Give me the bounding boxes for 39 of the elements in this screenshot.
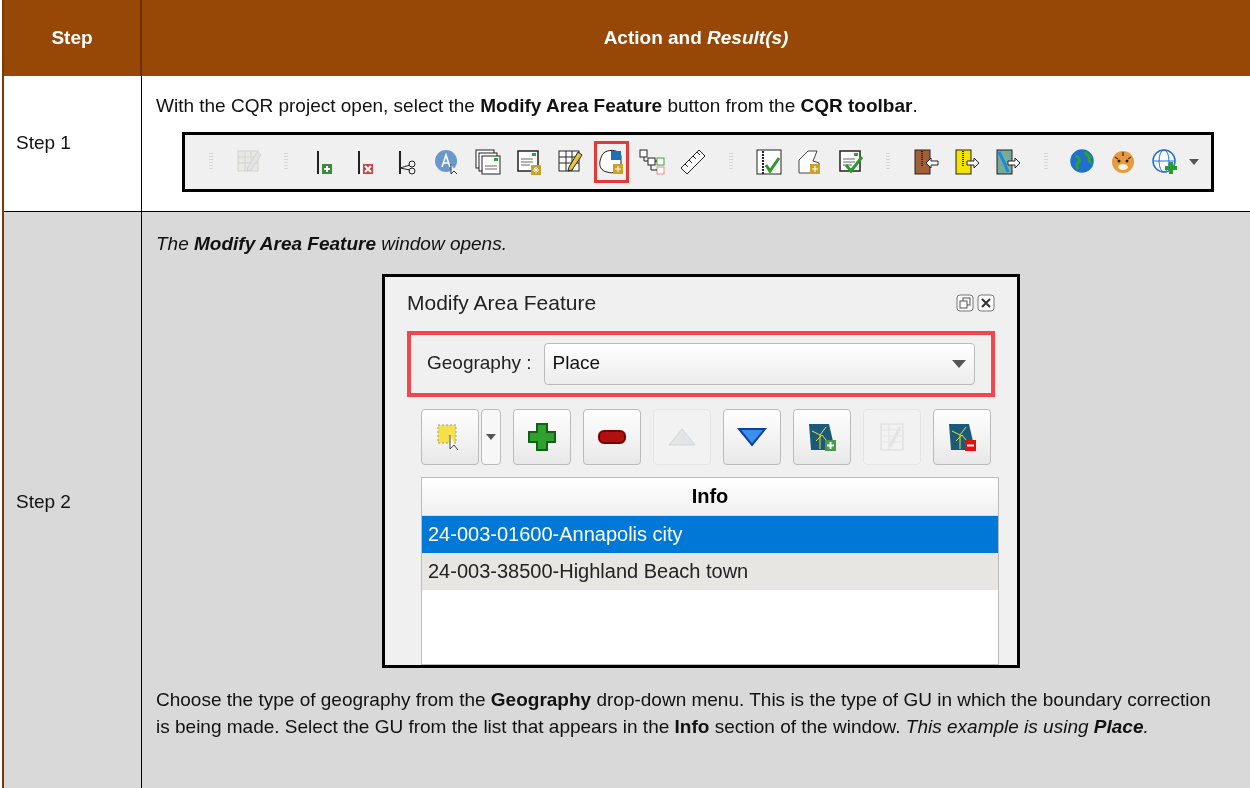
- document-check-icon: [836, 148, 865, 176]
- list-item[interactable]: 24-003-01600-Annapolis city: [422, 515, 998, 553]
- line-check-icon: [754, 148, 783, 176]
- caret-icon: [952, 359, 966, 368]
- dropdown-button[interactable]: [481, 408, 501, 465]
- restore-icon[interactable]: [956, 293, 974, 312]
- column-header: Action and Result(s): [603, 25, 789, 50]
- step-label: Step 1: [16, 131, 71, 156]
- document-star-icon: [515, 148, 544, 176]
- tool-button[interactable]: [793, 408, 851, 465]
- window-title: Modify Area Feature: [407, 290, 597, 316]
- tree-nodes-icon: [638, 148, 667, 176]
- zipper-arrow-right-icon: [952, 148, 981, 176]
- tool-button[interactable]: [583, 408, 641, 465]
- area-star-icon: [597, 148, 626, 176]
- globe-plus-icon: [1151, 148, 1180, 176]
- caption-text: The Modify Area Feature window opens.: [156, 232, 508, 256]
- zipper-arrow-left-icon: [911, 148, 940, 176]
- instruction-text: With the CQR project open, select the Modify Area Feature button from the CQR toolbar.: [156, 94, 919, 118]
- documents-icon: [474, 148, 502, 176]
- toolbar-grip-icon: [284, 152, 289, 172]
- close-icon[interactable]: [977, 293, 995, 312]
- list-item[interactable]: 24-003-38500-Highland Beach town: [422, 552, 998, 590]
- tool-button[interactable]: [723, 408, 781, 465]
- instruction-text: Choose the type of geography from the Geography drop-down menu. This is the type of GU in which the boundary correction is being made. Select the GU from the list that appears in the Info section of the window. This example is using Place.: [156, 688, 1212, 739]
- caret-icon: [1188, 159, 1199, 165]
- column-header: Step: [51, 25, 93, 50]
- toolbar-grip-icon: [729, 152, 734, 172]
- tool-button[interactable]: [513, 408, 571, 465]
- geography-dropdown[interactable]: Place: [543, 342, 975, 385]
- map-arrow-icon: [994, 148, 1023, 176]
- step-label: Step 2: [16, 489, 71, 514]
- toolbar-grip-icon: [886, 152, 891, 172]
- plus-icon: [526, 420, 558, 453]
- toolbar-grip-icon: [1043, 152, 1048, 172]
- tool-button[interactable]: [933, 408, 991, 465]
- ruler-icon: [679, 148, 708, 176]
- geography-label: Geography :: [427, 351, 532, 376]
- caret-icon: [486, 433, 496, 440]
